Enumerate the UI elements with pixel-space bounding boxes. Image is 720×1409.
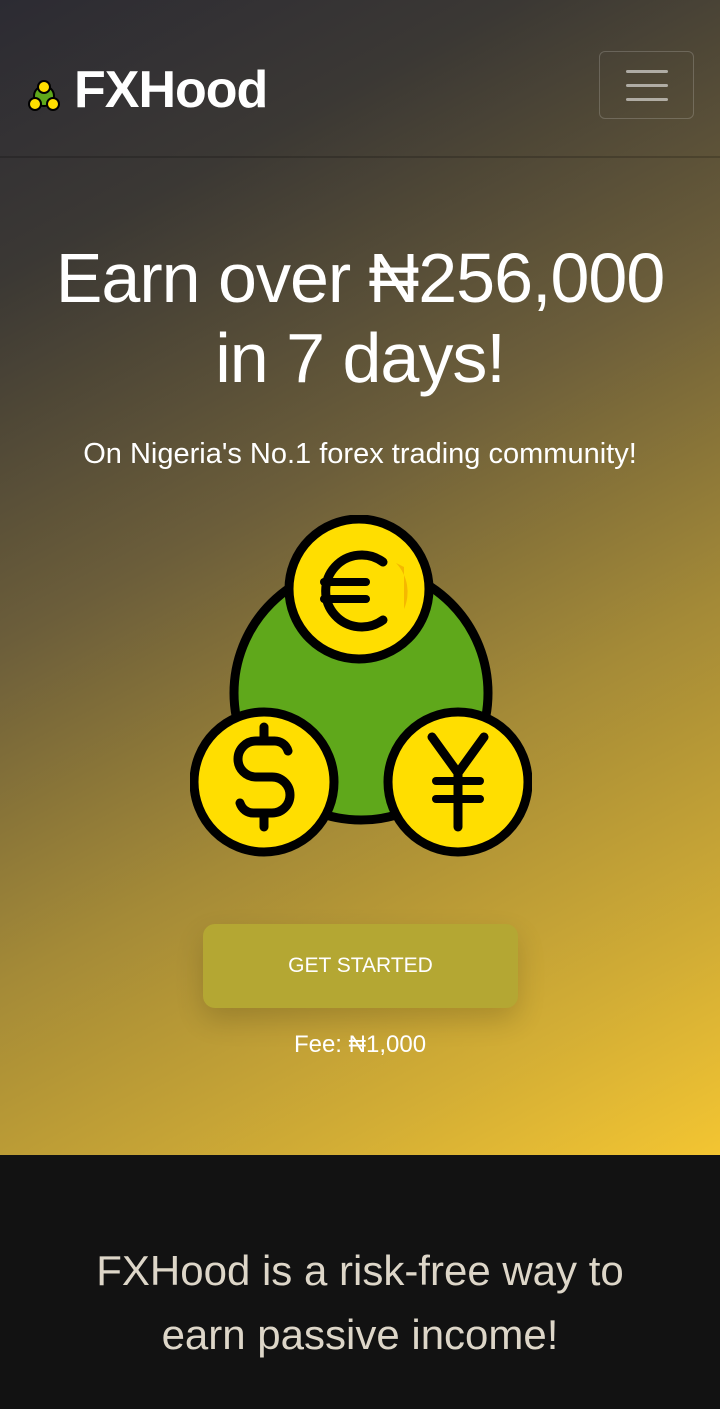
about-section: FXHood is a risk-free way to earn passiv… — [0, 1155, 720, 1409]
about-line-2: earn passive income! — [161, 1311, 559, 1358]
get-started-button[interactable]: GET STARTED — [203, 924, 518, 1008]
hero-subheadline: On Nigeria's No.1 forex trading communit… — [83, 438, 637, 470]
navbar: FXHood — [0, 0, 720, 158]
fee-text: Fee: ₦1,000 — [293, 1031, 427, 1058]
dollar-coin-icon — [190, 707, 339, 857]
about-line-1: FXHood is a risk-free way to — [96, 1247, 624, 1294]
headline-line-1: Earn over ₦256,000 — [55, 239, 666, 317]
hamburger-icon-line — [625, 83, 668, 87]
yen-coin-icon — [383, 707, 532, 857]
hamburger-icon-line — [625, 69, 668, 73]
about-heading: FXHood is a risk-free way to earn passiv… — [0, 1239, 720, 1367]
brand-link[interactable]: FXHood — [26, 60, 268, 120]
hero-headline: Earn over ₦256,000 in 7 days! — [0, 238, 720, 398]
euro-coin-icon — [284, 515, 434, 664]
brand-name: FXHood — [74, 61, 268, 119]
hero-section: FXHood Earn over ₦256,000 in 7 days! On … — [0, 0, 720, 1155]
hamburger-icon-line — [625, 97, 668, 101]
menu-toggle-button[interactable] — [599, 51, 694, 119]
headline-line-2: in 7 days! — [215, 319, 506, 397]
coins-icon — [28, 80, 60, 111]
currency-coins-illustration — [190, 515, 532, 857]
